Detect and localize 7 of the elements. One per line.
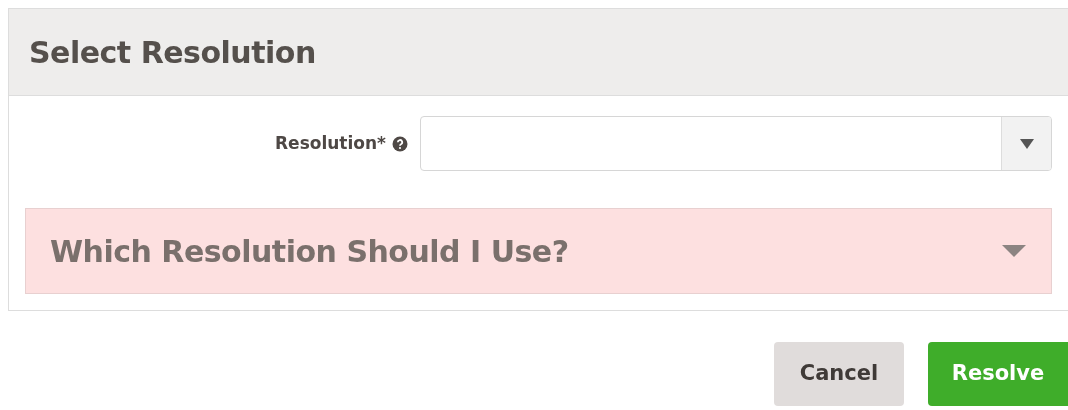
- caret-icon: [1018, 137, 1035, 150]
- panel-title: Select Resolution: [29, 33, 316, 72]
- resolve-button[interactable]: Resolve: [928, 342, 1068, 406]
- cancel-button[interactable]: Cancel: [774, 342, 904, 406]
- help-icon[interactable]: [392, 135, 408, 152]
- field-label: Resolution*: [275, 131, 386, 155]
- accordion-header[interactable]: Which Resolution Should I Use?: [25, 208, 1052, 294]
